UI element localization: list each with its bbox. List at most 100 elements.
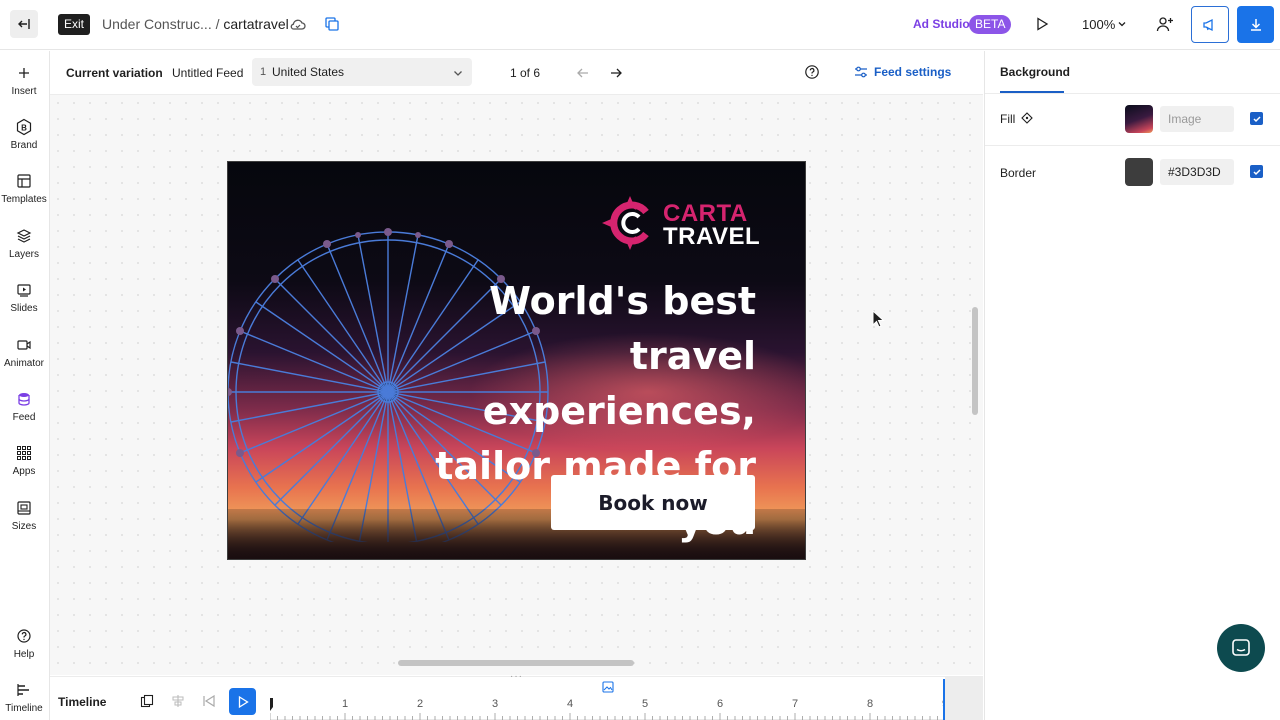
- sliders-icon: [855, 66, 867, 78]
- zoom-level[interactable]: 100%: [1082, 17, 1115, 32]
- arrow-left-bar-icon: [18, 19, 30, 29]
- ruler-label: 2: [417, 698, 423, 710]
- playhead-marker[interactable]: [270, 698, 273, 711]
- panel-divider: [985, 93, 1280, 94]
- publish-button[interactable]: [1191, 6, 1229, 43]
- left-sidebar: Insert B Brand Templates Layers Slides A…: [0, 51, 50, 720]
- ruler-label: 6: [717, 698, 723, 710]
- duplicate-icon[interactable]: [323, 15, 341, 33]
- ruler-label: 4: [567, 698, 573, 710]
- sidebar-item-timeline[interactable]: Timeline: [0, 680, 48, 714]
- sidebar-item-feed[interactable]: Feed: [0, 389, 48, 423]
- border-color-field[interactable]: #3D3D3D: [1160, 159, 1234, 185]
- canvas-area[interactable]: CARTA TRAVEL World's best travel experie…: [50, 95, 983, 675]
- fill-image-swatch[interactable]: [1125, 105, 1153, 133]
- horizontal-scrollbar[interactable]: [398, 660, 634, 666]
- arrow-right-icon[interactable]: [608, 65, 624, 81]
- ad-creative[interactable]: CARTA TRAVEL World's best travel experie…: [227, 161, 806, 560]
- cloud-saved-icon[interactable]: [289, 15, 307, 33]
- ruler-label: 1: [342, 698, 348, 710]
- timeline-ruler[interactable]: 123456789: [270, 687, 983, 720]
- checkmark-icon: [1252, 168, 1261, 175]
- panel-separator: [985, 145, 1280, 146]
- help-icon: [17, 629, 31, 643]
- fill-checkbox[interactable]: [1250, 112, 1263, 125]
- variation-bar: Current variation Untitled Feed 1 United…: [50, 51, 983, 95]
- variation-select[interactable]: 1 United States: [252, 58, 472, 86]
- breadcrumb-parent[interactable]: Under Construc...: [102, 16, 212, 32]
- ruler-label: 8: [867, 698, 873, 710]
- sidebar-item-apps[interactable]: Apps: [0, 443, 48, 477]
- border-color-swatch[interactable]: [1125, 158, 1153, 186]
- border-label: Border: [1000, 166, 1037, 180]
- sidebar-item-label: Sizes: [11, 521, 37, 532]
- tab-background[interactable]: Background: [1000, 65, 1070, 79]
- brand-icon: B: [16, 118, 32, 136]
- play-icon: [238, 695, 249, 708]
- feed-name[interactable]: Untitled Feed: [172, 66, 243, 80]
- timeline-end-region: [945, 677, 983, 720]
- copy-icon[interactable]: [140, 694, 154, 708]
- sidebar-item-brand[interactable]: B Brand: [0, 117, 48, 151]
- logo-text-travel: TRAVEL: [663, 223, 761, 250]
- top-bar: Exit Under Construc... / cartatravel Ad …: [0, 0, 1280, 50]
- timeline-play-button[interactable]: [229, 688, 256, 715]
- variation-count: 1 of 6: [510, 66, 541, 80]
- breadcrumb: Under Construc... / cartatravel: [102, 16, 289, 32]
- variation-value: United States: [272, 65, 345, 79]
- sidebar-item-layers[interactable]: Layers: [0, 226, 48, 260]
- variation-index: 1: [260, 66, 267, 78]
- timeline-icon: [17, 684, 29, 696]
- book-now-button[interactable]: Book now: [551, 475, 755, 530]
- timeline-end-marker[interactable]: [943, 679, 945, 720]
- diamond-icon[interactable]: [1021, 112, 1033, 124]
- sidebar-item-label: Brand: [10, 140, 38, 151]
- align-icon[interactable]: [171, 694, 185, 708]
- sidebar-item-help[interactable]: Help: [0, 626, 48, 660]
- timeline-title: Timeline: [58, 695, 107, 709]
- mouse-cursor-icon: [872, 310, 885, 328]
- exit-button[interactable]: Exit: [58, 14, 91, 35]
- ruler-label: 5: [642, 698, 648, 710]
- animator-icon: [17, 340, 31, 350]
- arrow-left-icon[interactable]: [575, 65, 591, 81]
- resize-handle-icon[interactable]: ···: [510, 671, 523, 682]
- chevron-down-icon[interactable]: [1117, 19, 1127, 29]
- feed-settings-button[interactable]: Feed settings: [854, 65, 951, 79]
- current-variation-label: Current variation: [66, 66, 163, 80]
- preview-play-icon[interactable]: [1034, 16, 1050, 32]
- beta-badge: BETA: [969, 15, 1012, 34]
- sidebar-item-label: Slides: [10, 303, 38, 314]
- sidebar-item-label: Animator: [3, 358, 44, 369]
- help-circle-icon[interactable]: [804, 64, 820, 80]
- chevron-down-icon: [454, 71, 462, 76]
- feed-icon: [18, 393, 30, 406]
- ruler-label: 7: [792, 698, 798, 710]
- sidebar-item-label: Layers: [8, 249, 39, 260]
- fill-label: Fill: [1000, 112, 1016, 126]
- sidebar-item-templates[interactable]: Templates: [0, 171, 48, 205]
- feed-settings-label: Feed settings: [874, 65, 952, 79]
- vertical-scrollbar[interactable]: [972, 307, 978, 415]
- download-button[interactable]: [1237, 6, 1274, 43]
- sidebar-item-insert[interactable]: Insert: [0, 63, 48, 97]
- border-checkbox[interactable]: [1250, 165, 1263, 178]
- layers-icon: [16, 229, 32, 243]
- breadcrumb-current[interactable]: cartatravel: [223, 16, 288, 32]
- collapse-back-button[interactable]: [10, 10, 38, 38]
- ad-studio-label[interactable]: Ad Studio: [913, 17, 970, 31]
- sidebar-item-label: Insert: [11, 86, 37, 97]
- sidebar-item-label: Timeline: [5, 703, 43, 714]
- skip-to-start-icon[interactable]: [202, 694, 216, 708]
- support-chat-button[interactable]: [1217, 624, 1265, 672]
- sidebar-item-sizes[interactable]: Sizes: [0, 498, 48, 532]
- sidebar-item-slides[interactable]: Slides: [0, 280, 48, 314]
- sizes-icon: [17, 501, 31, 515]
- app-root: Exit Under Construc... / cartatravel Ad …: [0, 0, 1280, 720]
- properties-panel: Background Fill Image Border #3D3D3D: [984, 51, 1280, 720]
- fill-image-field[interactable]: Image: [1160, 106, 1234, 132]
- carta-travel-logo-icon: [602, 196, 649, 250]
- sidebar-item-animator[interactable]: Animator: [0, 335, 48, 369]
- slides-icon: [17, 284, 31, 297]
- add-user-icon[interactable]: [1156, 15, 1174, 33]
